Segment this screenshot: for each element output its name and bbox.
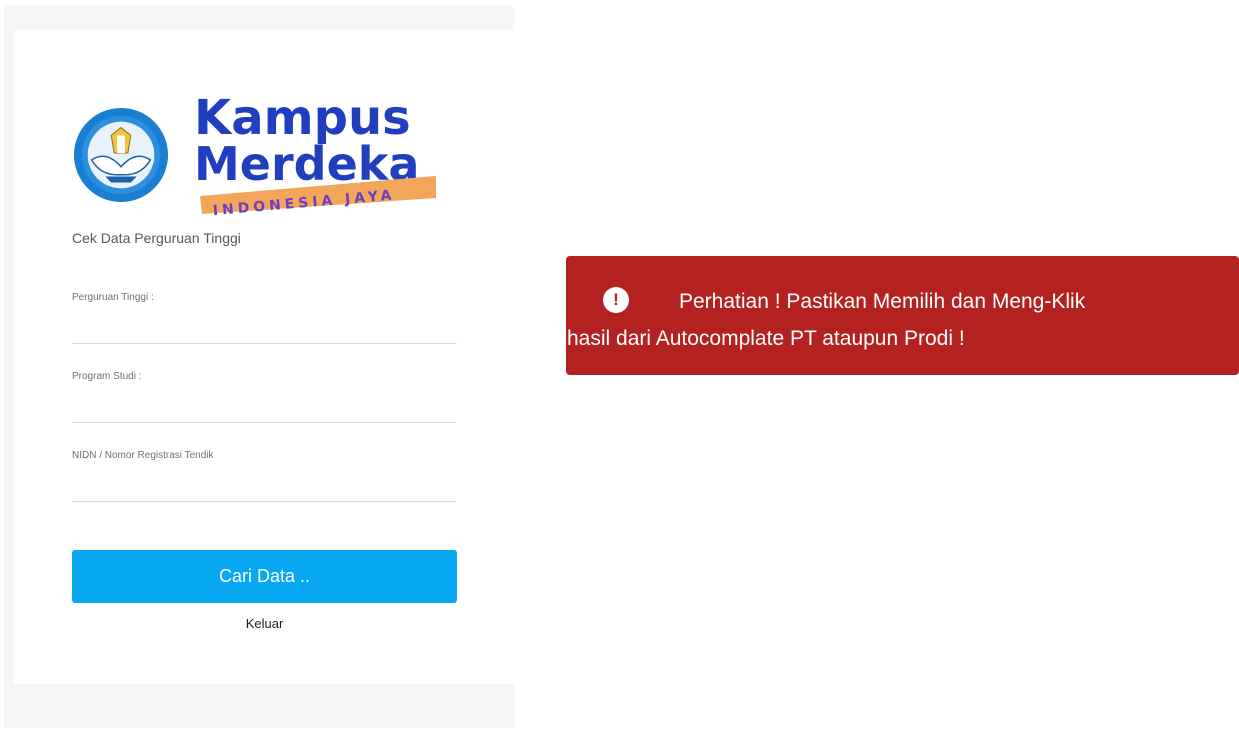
perguruan-tinggi-input[interactable] [72, 316, 457, 344]
search-data-button[interactable]: Cari Data .. [72, 550, 457, 603]
exclamation-circle-icon: ! [603, 287, 629, 314]
alert-text-line2: hasil dari Autocomplate PT ataupun Prodi… [567, 327, 965, 350]
perguruan-tinggi-field: Perguruan Tinggi : [72, 292, 457, 344]
page: Kampus Merdeka INDONESIA JAYA Cek Data P… [0, 0, 1239, 729]
alert-text-line1: Perhatian ! Pastikan Memilih dan Meng-Kl… [679, 290, 1086, 313]
program-studi-input[interactable] [72, 395, 457, 423]
perguruan-tinggi-label: Perguruan Tinggi : [72, 292, 154, 303]
kampus-merdeka-logo: Kampus Merdeka INDONESIA JAYA [72, 84, 442, 216]
program-studi-field: Program Studi : [72, 371, 457, 423]
warning-alert: ! Perhatian ! Pastikan Memilih dan Meng-K… [566, 256, 1239, 375]
nidn-label: NIDN / Nomor Registrasi Tendik [72, 450, 214, 461]
form-subtitle: Cek Data Perguruan Tinggi [72, 230, 241, 246]
nidn-input[interactable] [72, 474, 457, 502]
logout-link[interactable]: Keluar [72, 616, 457, 631]
program-studi-label: Program Studi : [72, 371, 142, 382]
nidn-field: NIDN / Nomor Registrasi Tendik [72, 450, 457, 502]
kampus-merdeka-wordmark: Kampus Merdeka INDONESIA JAYA [194, 90, 436, 216]
tut-wuri-handayani-seal-icon [73, 107, 169, 203]
